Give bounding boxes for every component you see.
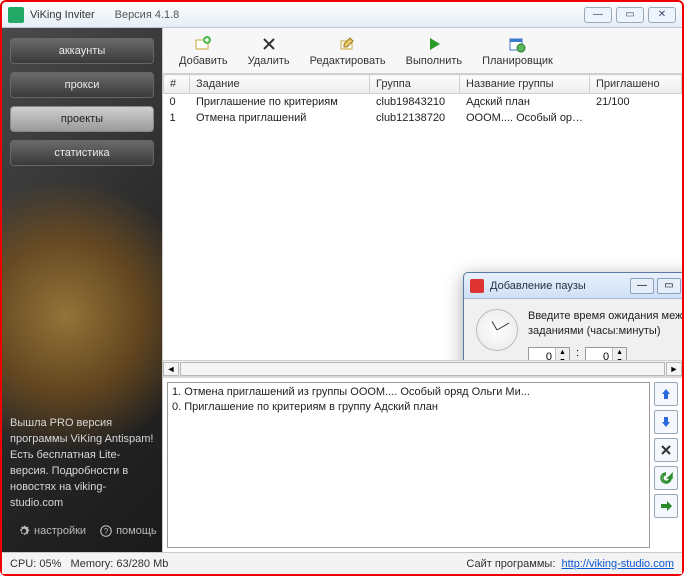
clock-icon (476, 309, 518, 351)
log-line: 0. Приглашение по критериям в группу Адс… (172, 400, 645, 415)
run-button[interactable]: Выполнить (396, 33, 472, 69)
help-label: помощь (116, 525, 157, 537)
dialog-title: Добавление паузы (490, 280, 586, 292)
delete-icon (260, 35, 278, 53)
table-row[interactable]: 1 Отмена приглашений club12138720 ОООМ..… (164, 110, 682, 126)
svg-text:?: ? (104, 527, 109, 536)
settings-label: настройки (34, 525, 86, 537)
close-button[interactable]: ✕ (648, 7, 676, 23)
edit-icon (339, 35, 357, 53)
sidebar-item-accounts[interactable]: аккаунты (10, 38, 154, 64)
remove-button[interactable] (654, 438, 678, 462)
scroll-left-icon[interactable]: ◄ (163, 362, 179, 376)
hours-input[interactable] (529, 348, 555, 360)
hscrollbar[interactable]: ◄ ► (163, 360, 682, 376)
arrow-right-icon (659, 499, 673, 513)
hours-spinner[interactable]: ▲▼ (528, 347, 570, 360)
app-title: ViKing Inviter (30, 9, 95, 21)
site-link[interactable]: http://viking-studio.com (562, 558, 675, 570)
dialog-message: Введите время ожидания между заданиями (… (528, 309, 682, 339)
statusbar: CPU: 05% Memory: 63/280 Mb Сайт программ… (2, 552, 682, 574)
refresh-button[interactable] (654, 466, 678, 490)
site-label: Сайт программы: (466, 558, 555, 570)
minutes-spinner[interactable]: ▲▼ (585, 347, 627, 360)
sidebar-item-proxy[interactable]: прокси (10, 72, 154, 98)
dialog-minimize-button[interactable]: — (630, 278, 654, 294)
dialog-titlebar: Добавление паузы — ▭ ✕ (464, 273, 682, 299)
log-area: 1. Отмена приглашений из группы ОООМ....… (163, 376, 682, 552)
sidebar-item-stats[interactable]: статистика (10, 140, 154, 166)
promo-text: Вышла PRO версия программы ViKing Antisp… (10, 416, 154, 520)
log-text: 1. Отмена приглашений из группы ОООМ....… (167, 382, 650, 548)
help-icon: ? (100, 525, 112, 537)
scroll-right-icon[interactable]: ► (666, 362, 682, 376)
add-button[interactable]: Добавить (169, 33, 238, 69)
titlebar: ViKing Inviter Версия 4.1.8 — ▭ ✕ (2, 2, 682, 28)
col-n[interactable]: # (164, 75, 190, 94)
arrow-down-icon (659, 415, 673, 429)
delete-button[interactable]: Удалить (238, 33, 300, 69)
col-task[interactable]: Задание (190, 75, 370, 94)
refresh-icon (659, 471, 673, 485)
add-icon (194, 35, 212, 53)
gear-icon (18, 525, 30, 537)
task-table: # Задание Группа Название группы Приглаш… (163, 74, 682, 360)
cpu-label: CPU: (10, 558, 36, 570)
sidebar-footer: настройки ? помощь (10, 520, 154, 542)
move-down-button[interactable] (654, 410, 678, 434)
arrow-up-icon (659, 387, 673, 401)
sidebar-item-projects[interactable]: проекты (10, 106, 154, 132)
minutes-up[interactable]: ▲ (613, 348, 626, 357)
move-up-button[interactable] (654, 382, 678, 406)
mem-value: 63/280 Mb (116, 558, 168, 570)
app-window: ViKing Inviter Версия 4.1.8 — ▭ ✕ аккаун… (0, 0, 684, 576)
table-row[interactable]: 0 Приглашение по критериям club19843210 … (164, 94, 682, 111)
settings-link[interactable]: настройки (18, 525, 86, 537)
toolbar: Добавить Удалить Редактировать Выполнить… (163, 28, 682, 74)
mem-label: Memory: (71, 558, 114, 570)
col-group[interactable]: Группа (370, 75, 460, 94)
dialog-maximize-button[interactable]: ▭ (657, 278, 681, 294)
x-icon (659, 443, 673, 457)
dialog-icon (470, 279, 484, 293)
sidebar: аккаунты прокси проекты статистика Вышла… (2, 28, 162, 552)
go-button[interactable] (654, 494, 678, 518)
main-panel: Добавить Удалить Редактировать Выполнить… (162, 28, 682, 552)
col-invited[interactable]: Приглашено (590, 75, 682, 94)
edit-button[interactable]: Редактировать (300, 33, 396, 69)
maximize-button[interactable]: ▭ (616, 7, 644, 23)
help-link[interactable]: ? помощь (100, 525, 157, 537)
cpu-value: 05% (39, 558, 61, 570)
calendar-icon (508, 35, 526, 53)
minutes-down[interactable]: ▼ (613, 357, 626, 360)
minimize-button[interactable]: — (584, 7, 612, 23)
col-group-name[interactable]: Название группы (460, 75, 590, 94)
app-icon (8, 7, 24, 23)
minutes-input[interactable] (586, 348, 612, 360)
pause-dialog: Добавление паузы — ▭ ✕ Введите время ожи… (463, 272, 682, 360)
scroll-track[interactable] (180, 362, 665, 376)
app-version: Версия 4.1.8 (115, 9, 180, 21)
log-line: 1. Отмена приглашений из группы ОООМ....… (172, 385, 645, 400)
scheduler-button[interactable]: Планировщик (472, 33, 563, 69)
hours-down[interactable]: ▼ (556, 357, 569, 360)
play-icon (425, 35, 443, 53)
hours-up[interactable]: ▲ (556, 348, 569, 357)
